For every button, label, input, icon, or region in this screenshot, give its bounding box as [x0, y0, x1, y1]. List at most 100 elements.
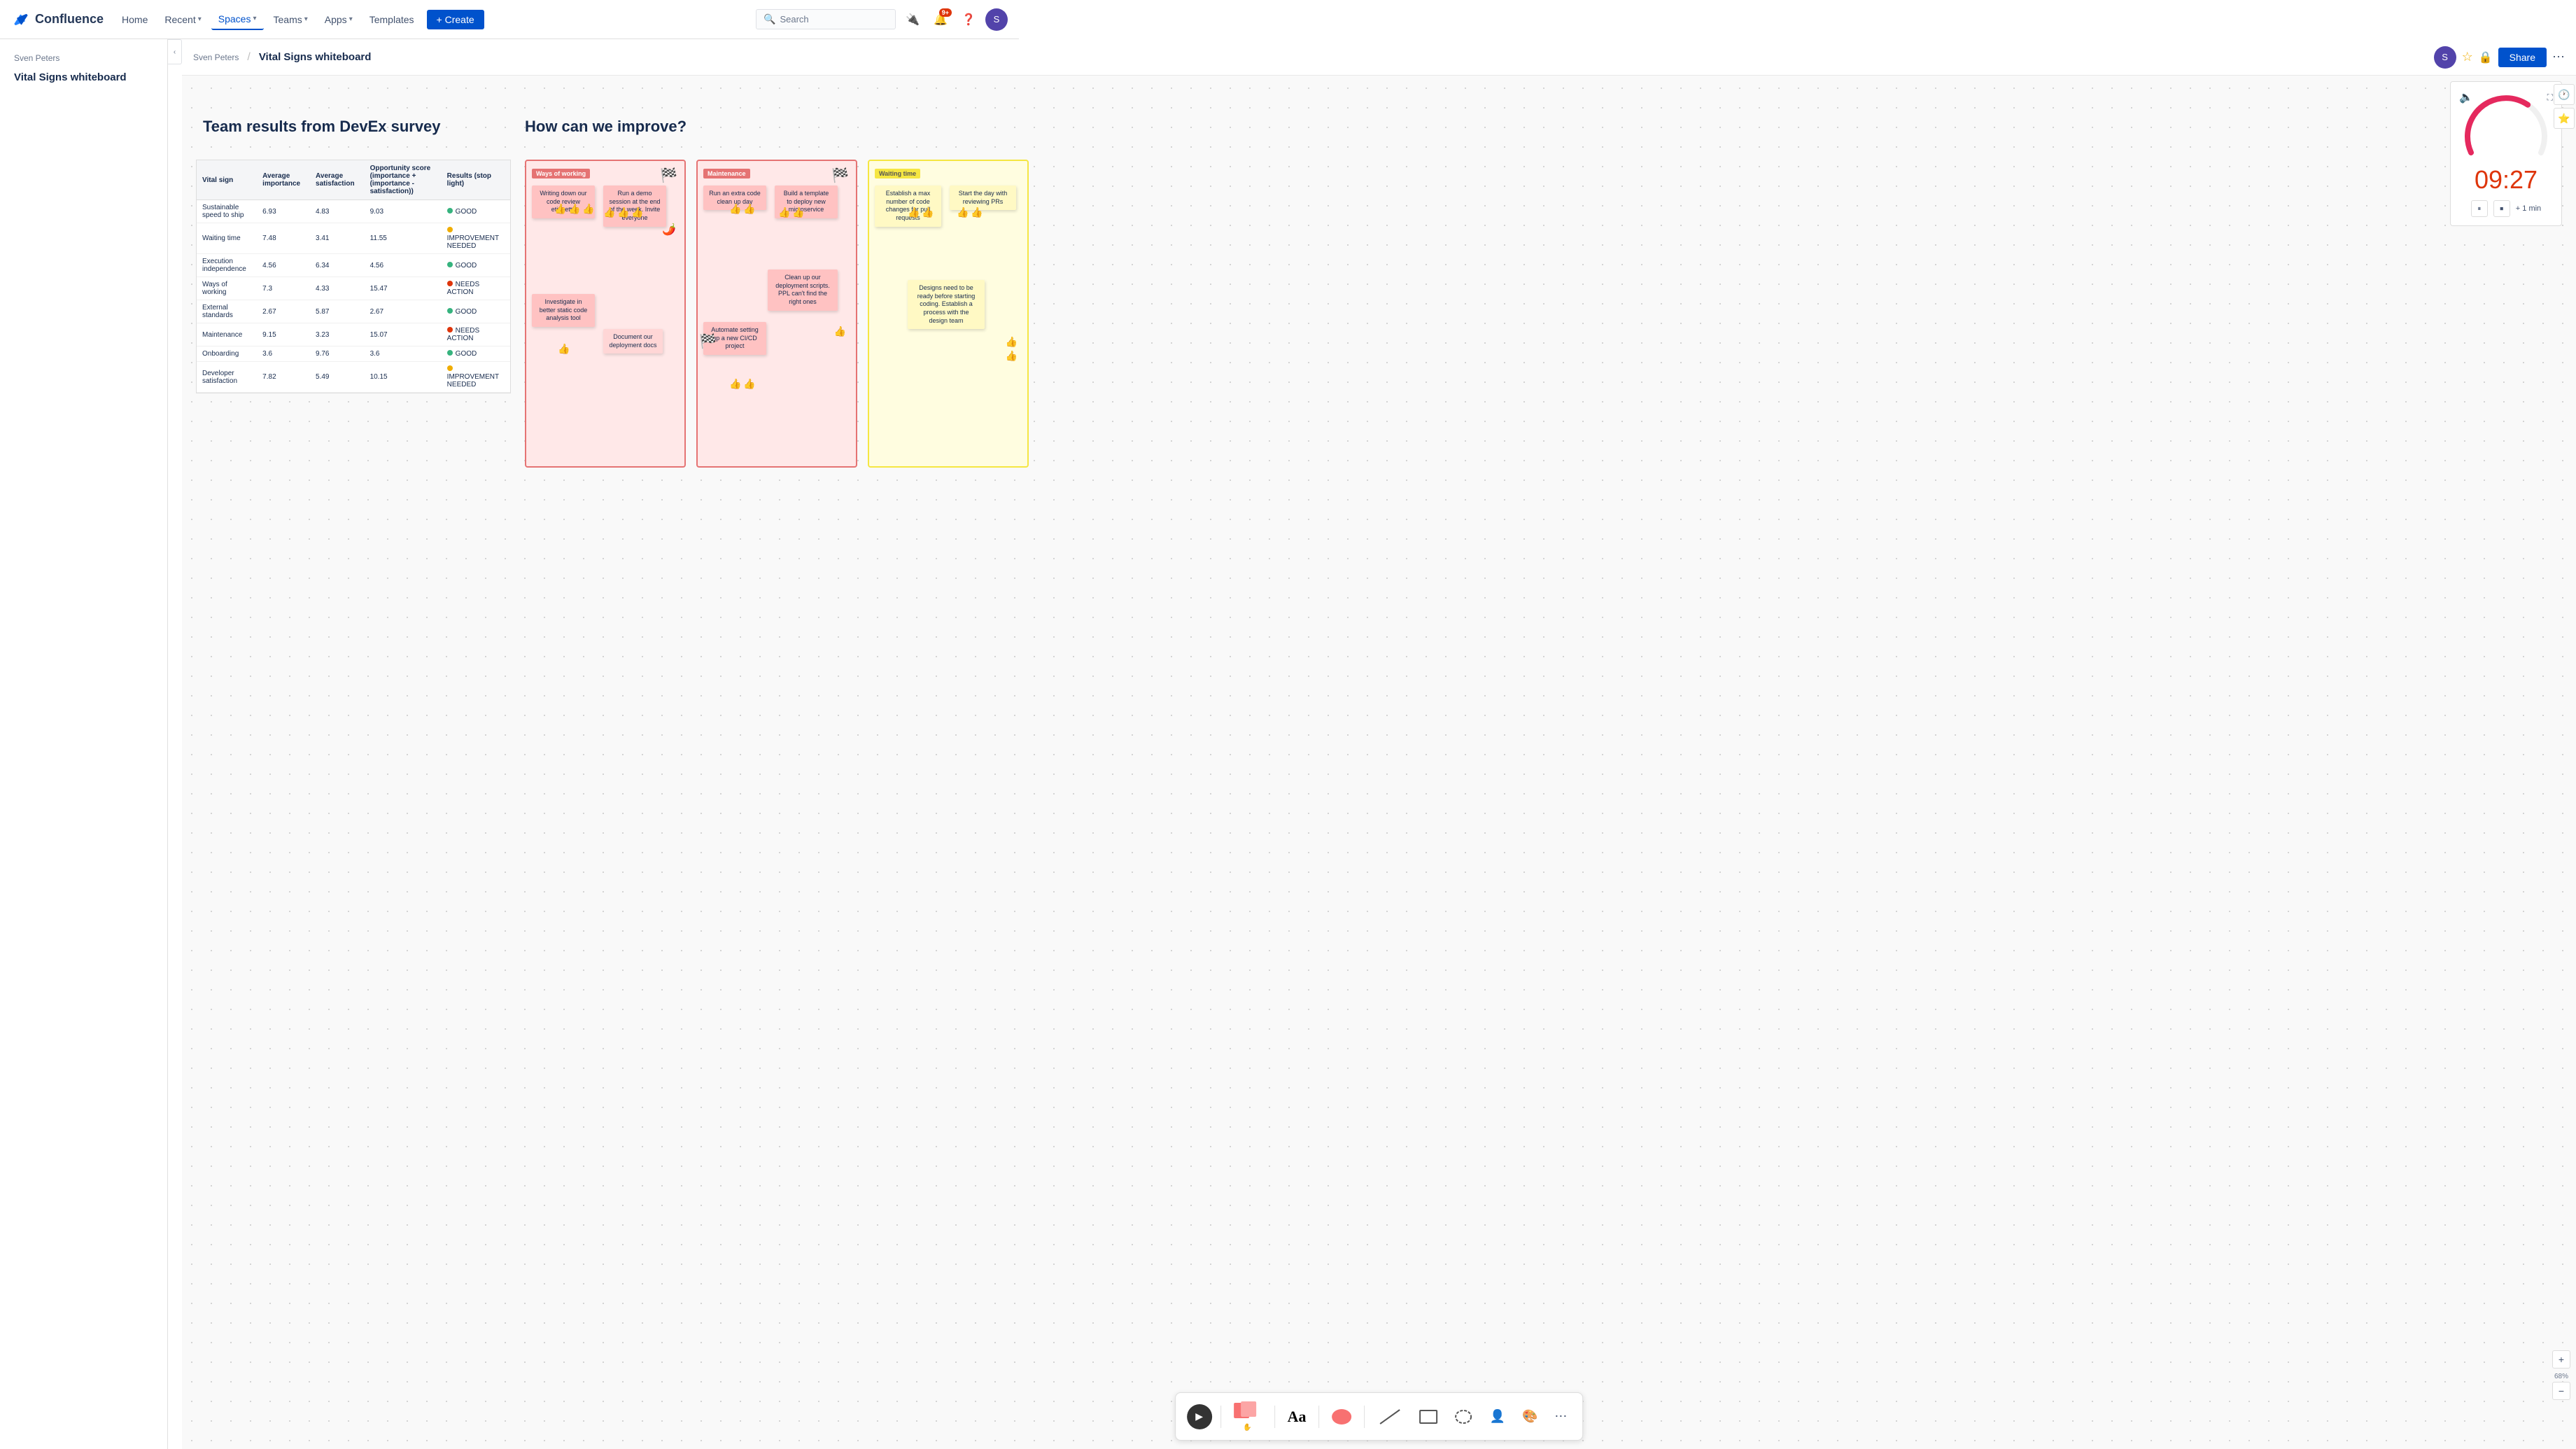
timer-pause-button[interactable]: ⏸ [2471, 200, 2488, 217]
thumbs3: 👍 [582, 203, 594, 215]
sticky-static-code[interactable]: Investigate in better static code analys… [532, 294, 595, 327]
notification-badge: 9+ [939, 8, 952, 17]
nav-templates[interactable]: Templates [363, 10, 421, 29]
sticky-notes-icon [1234, 1401, 1262, 1424]
thumbs14: 👍 [743, 378, 755, 390]
thumbs15: 👍 [908, 206, 920, 218]
thumbs5: 👍 [617, 206, 629, 218]
lock-icon[interactable]: 🔒 [2479, 50, 2493, 64]
ways-of-working-column: Ways of working 🏁 Writing down our code … [525, 160, 686, 468]
wb-breadcrumb: Sven Peters [193, 52, 239, 62]
thumbs9: 👍 [743, 203, 755, 215]
ellipsis-icon: ⋯ [1554, 1409, 1567, 1424]
user-avatar[interactable]: S [985, 8, 1008, 31]
thumbs10: 👍 [778, 206, 790, 218]
rectangle-icon [1420, 1410, 1438, 1424]
table-row: External standards 2.67 5.87 2.67 GOOD [197, 300, 510, 323]
thumbs6: 👍 [631, 206, 643, 218]
text-icon: Aa [1288, 1408, 1307, 1426]
create-button[interactable]: + Create [427, 10, 484, 29]
sidebar-toggle-button[interactable]: ‹ [168, 39, 182, 64]
nav-home[interactable]: Home [115, 10, 155, 29]
panel-star-icon[interactable]: ⭐ [2554, 108, 2575, 129]
zoom-in-button[interactable]: + [2552, 1350, 2570, 1368]
shape-tool[interactable] [1328, 1406, 1356, 1427]
timer-time: 09:27 [2459, 165, 2553, 195]
thumbs7: 👍 [558, 343, 570, 355]
play-presentation-button[interactable]: ▶ [1187, 1404, 1212, 1429]
whiteboard-header: Sven Peters / Vital Signs whiteboard S ☆… [182, 39, 2576, 76]
toolbar-separator-2 [1274, 1406, 1275, 1428]
nav-spaces[interactable]: Spaces ▾ [211, 9, 264, 30]
thumbs2: 👍 [568, 203, 580, 215]
sticky-notes-tool[interactable]: ✋ [1230, 1399, 1266, 1434]
timer-arc [2464, 107, 2548, 156]
table-row: Developer satisfaction 7.82 5.49 10.15 I… [197, 362, 510, 393]
ways-flag-icon: 🏁 [660, 167, 677, 184]
table-row: Execution independence 4.56 6.34 4.56 GO… [197, 254, 510, 277]
breadcrumb: Sven Peters [0, 50, 167, 69]
whiteboard-canvas[interactable]: Sven Peters / Vital Signs whiteboard S ☆… [182, 39, 2576, 1449]
person-tool[interactable]: 👤 [1486, 1406, 1509, 1427]
timer-add-button[interactable]: + 1 min [2516, 204, 2541, 213]
bottom-toolbar: ▶ ✋ Aa [1175, 1392, 1584, 1441]
maintenance-label: Maintenance [703, 169, 750, 178]
page-title-sidebar[interactable]: Vital Signs whiteboard [0, 69, 167, 86]
line-tool[interactable] [1374, 1404, 1407, 1429]
top-navigation: Confluence Home Recent ▾ Spaces ▾ Teams … [0, 0, 1019, 39]
spaces-arrow-icon: ▾ [253, 15, 256, 22]
teams-arrow-icon: ▾ [304, 15, 308, 23]
collaborator-avatar[interactable]: S [2434, 46, 2456, 69]
pepper-icon: 🌶️ [662, 223, 676, 237]
confluence-logo-icon [11, 10, 31, 29]
timer-stop-button[interactable]: ⏹ [2493, 200, 2510, 217]
rectangle-tool[interactable] [1416, 1407, 1442, 1427]
sticky-design-ready[interactable]: Designs need to be ready before starting… [908, 280, 985, 329]
thumbs17: 👍 [957, 206, 969, 218]
puzzle-icon: 🔌 [906, 13, 920, 27]
thumbs16: 👍 [922, 206, 934, 218]
help-button[interactable]: ❓ [957, 8, 980, 31]
more-options-button[interactable]: ⋯ [2552, 50, 2565, 64]
ways-label: Ways of working [532, 169, 590, 178]
improve-section-title: How can we improve? [525, 118, 687, 136]
more-tools-button[interactable]: ⋯ [1550, 1406, 1571, 1427]
thumbs13: 👍 [729, 378, 741, 390]
share-button[interactable]: Share [2498, 48, 2547, 67]
integrations-button[interactable]: 🔌 [901, 8, 924, 31]
hand-icon: ✋ [1243, 1424, 1251, 1432]
wb-title[interactable]: Vital Signs whiteboard [259, 51, 372, 63]
waiting-label: Waiting time [875, 169, 920, 178]
lasso-tool[interactable] [1451, 1406, 1477, 1428]
sticky-deploy-scripts[interactable]: Clean up our deployment scripts. PPL can… [768, 270, 838, 311]
timer-controls: ⏸ ⏹ + 1 min [2459, 200, 2553, 217]
panel-clock-icon[interactable]: 🕐 [2554, 84, 2575, 105]
confluence-logo[interactable]: Confluence [11, 10, 104, 29]
waiting-time-column: Waiting time Establish a max number of c… [868, 160, 1029, 468]
nav-teams[interactable]: Teams ▾ [267, 10, 315, 29]
palette-tool[interactable]: 🎨 [1518, 1406, 1542, 1427]
confluence-brand-name: Confluence [35, 12, 104, 27]
notifications-button[interactable]: 🔔 9+ [929, 8, 952, 31]
sticky-deployment-docs[interactable]: Document our deployment docs [603, 329, 663, 354]
thumbs12: 👍 [834, 326, 846, 337]
devex-survey-title: Team results from DevEx survey [203, 118, 441, 136]
thumbs11: 👍 [792, 206, 804, 218]
thumbs4: 👍 [603, 206, 615, 218]
thumbs8: 👍 [729, 203, 741, 215]
volume-icon[interactable]: 🔈 [2459, 90, 2473, 104]
zoom-out-button[interactable]: − [2552, 1382, 2570, 1400]
nav-recent[interactable]: Recent ▾ [157, 10, 208, 29]
apps-arrow-icon: ▾ [349, 15, 353, 23]
lasso-icon [1455, 1408, 1473, 1425]
left-sidebar: Sven Peters Vital Signs whiteboard [0, 39, 168, 1449]
col-satisfaction: Average satisfaction [310, 160, 365, 200]
maintenance-flag2-icon: 🏁 [699, 332, 717, 350]
search-box[interactable]: 🔍 Search [756, 9, 896, 29]
col-vital-sign: Vital sign [197, 160, 257, 200]
star-button[interactable]: ☆ [2462, 50, 2473, 64]
nav-apps[interactable]: Apps ▾ [318, 10, 360, 29]
table-row: Onboarding 3.6 9.76 3.6 GOOD [197, 346, 510, 362]
search-icon: 🔍 [763, 13, 775, 25]
text-tool[interactable]: Aa [1283, 1405, 1311, 1429]
